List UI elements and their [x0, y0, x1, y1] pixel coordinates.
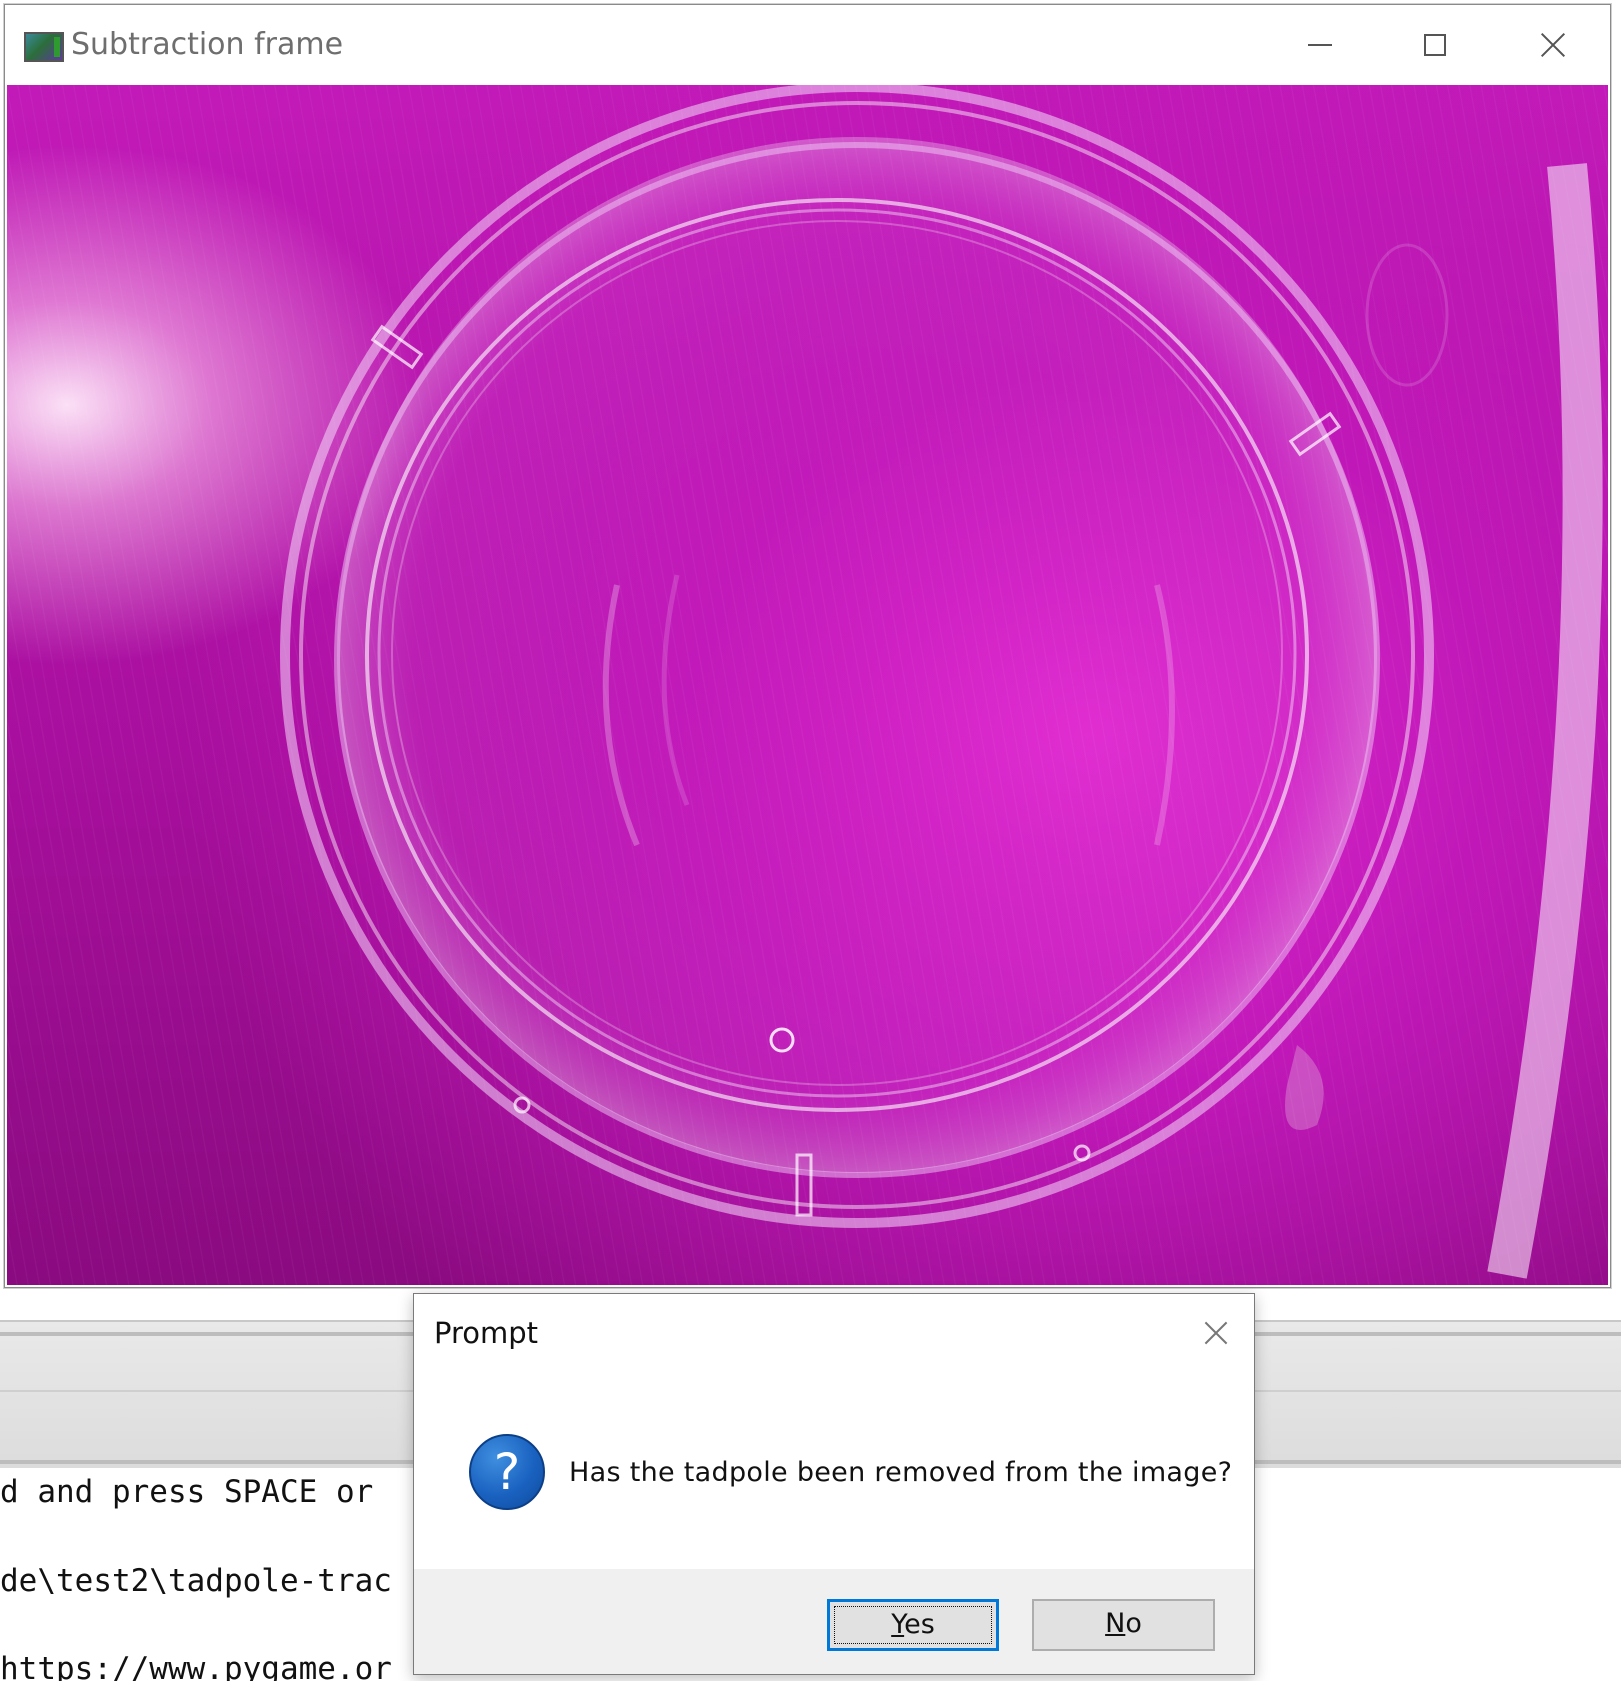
dialog-title: Prompt: [434, 1316, 539, 1350]
no-button-mnemonic: N: [1105, 1608, 1126, 1639]
console-line: d and press SPACE or: [0, 1474, 374, 1510]
subtraction-frame-window[interactable]: Subtraction frame: [4, 4, 1611, 1288]
yes-button[interactable]: Yes: [827, 1599, 999, 1651]
close-icon: [1540, 32, 1566, 58]
console-line: https://www.pygame.or: [0, 1651, 392, 1681]
no-button-label: o: [1125, 1608, 1142, 1639]
subtraction-frame-image: [7, 85, 1608, 1285]
yes-button-mnemonic: Y: [891, 1609, 905, 1640]
petri-dish-graphic: [280, 85, 1603, 1279]
window-titlebar[interactable]: Subtraction frame: [5, 5, 1610, 83]
close-button[interactable]: [1523, 19, 1583, 71]
yes-button-label: es: [904, 1609, 935, 1640]
app-icon: [24, 32, 64, 62]
minimize-icon: [1308, 44, 1332, 46]
dialog-close-icon[interactable]: [1196, 1314, 1236, 1354]
question-icon: ?: [469, 1434, 545, 1510]
no-button[interactable]: No: [1032, 1599, 1215, 1651]
minimize-button[interactable]: [1290, 19, 1350, 71]
dialog-message: Has the tadpole been removed from the im…: [569, 1457, 1233, 1488]
maximize-icon: [1424, 34, 1446, 56]
prompt-dialog[interactable]: Prompt ? Has the tadpole been removed fr…: [413, 1293, 1255, 1675]
maximize-button[interactable]: [1405, 19, 1465, 71]
dialog-button-bar: Yes No: [414, 1569, 1254, 1674]
console-line: de\test2\tadpole-trac: [0, 1563, 392, 1599]
desktop: d and press SPACE or de\test2\tadpole-tr…: [0, 0, 1621, 1681]
window-title: Subtraction frame: [71, 27, 344, 62]
